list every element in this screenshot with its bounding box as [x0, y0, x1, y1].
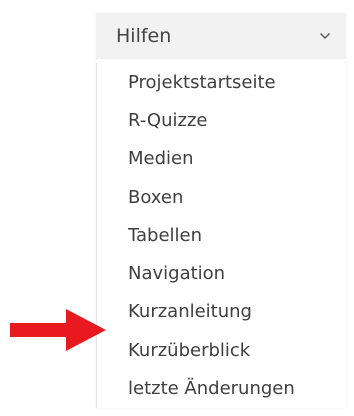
arrow-right-icon: [10, 309, 106, 351]
chevron-down-icon: [318, 29, 332, 43]
menu-item-letzte-aenderungen[interactable]: letzte Änderungen: [128, 369, 295, 407]
menu-item-boxen[interactable]: Boxen: [128, 178, 295, 216]
menu-item-tabellen[interactable]: Tabellen: [128, 216, 295, 254]
menu-title: Hilfen: [116, 25, 172, 47]
menu-item-r-quizze[interactable]: R-Quizze: [128, 101, 295, 139]
menu-list: Projektstartseite R-Quizze Medien Boxen …: [128, 63, 295, 408]
menu-item-projektstartseite[interactable]: Projektstartseite: [128, 63, 295, 101]
menu-item-medien[interactable]: Medien: [128, 140, 295, 178]
help-dropdown-menu: Hilfen Projektstartseite R-Quizze Medien…: [96, 13, 346, 408]
menu-item-navigation[interactable]: Navigation: [128, 254, 295, 292]
help-menu-toggle[interactable]: Hilfen: [96, 13, 346, 59]
menu-body: Projektstartseite R-Quizze Medien Boxen …: [96, 63, 346, 408]
screenshot-stage: Hilfen Projektstartseite R-Quizze Medien…: [0, 0, 354, 416]
menu-item-kurzanleitung[interactable]: Kurzanleitung: [128, 293, 295, 331]
menu-item-kurzueberblick[interactable]: Kurzüberblick: [128, 331, 295, 369]
